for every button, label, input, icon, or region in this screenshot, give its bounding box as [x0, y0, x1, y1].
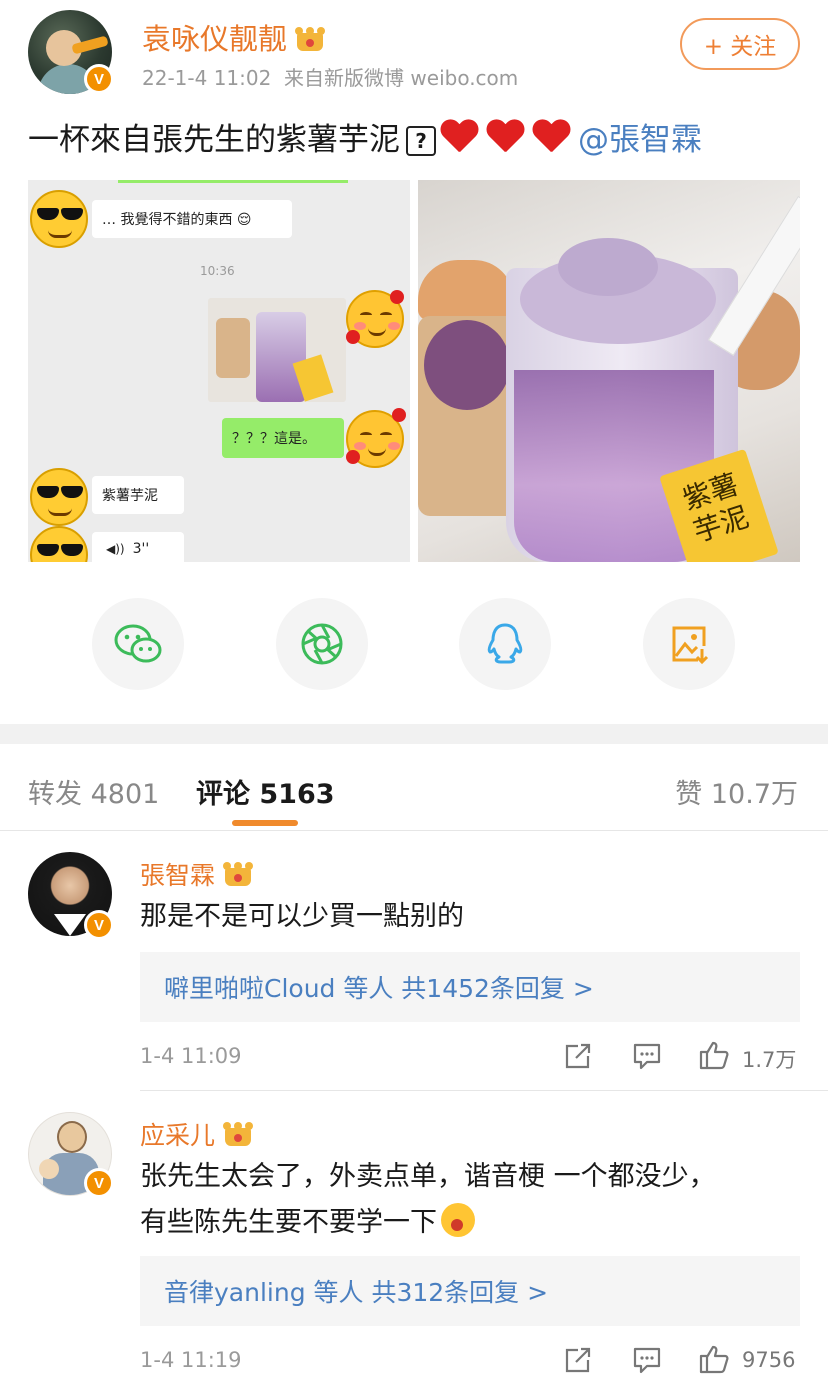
- heart-icon: [532, 120, 570, 154]
- verified-badge-icon: V: [84, 1168, 114, 1198]
- thumbs-up-icon: [699, 1041, 729, 1070]
- reply-comment-button[interactable]: [632, 1346, 662, 1374]
- qq-icon: [487, 623, 523, 664]
- tab-comments[interactable]: 评论 5163: [196, 772, 335, 811]
- sunglasses-emoji-icon: [30, 190, 88, 248]
- chat-time: 10:36: [200, 264, 235, 278]
- question-box-icon: ?: [406, 126, 436, 156]
- share-moments-button[interactable]: [276, 598, 368, 690]
- wechat-icon: [114, 624, 162, 663]
- post-author-name[interactable]: 袁咏仪靓靓: [142, 16, 326, 58]
- like-count: 1.7万: [742, 1048, 797, 1072]
- like-count: 9756: [742, 1348, 796, 1372]
- section-divider: [0, 724, 828, 744]
- post-time: 22-1-4 11:02: [142, 66, 272, 90]
- share-qq-button[interactable]: [459, 598, 551, 690]
- comment-time: 1-4 11:19: [140, 1348, 242, 1372]
- crown-icon: [295, 27, 326, 51]
- verified-badge-icon: V: [84, 64, 114, 94]
- heart-icon: [486, 120, 524, 154]
- comment-icon: [633, 1347, 661, 1374]
- save-image-button[interactable]: [643, 598, 735, 690]
- comment-author-name[interactable]: 張智霖: [140, 856, 254, 892]
- comment-replies-link[interactable]: 噼里啪啦Cloud 等人 共1452条回复 >: [140, 952, 800, 1022]
- voice-icon: ◀)): [106, 542, 125, 556]
- follow-button[interactable]: + 关注: [680, 18, 800, 70]
- save-image-icon: [672, 626, 709, 665]
- post-image-drink[interactable]: 紫薯芋泥: [418, 180, 800, 562]
- thumbs-up-icon: [699, 1345, 729, 1374]
- post-text: 一杯來自張先生的紫薯芋泥? @張智霖: [28, 120, 702, 158]
- heart-icon: [440, 120, 478, 154]
- yawning-emoji-icon: [441, 1203, 475, 1237]
- post-image-chat[interactable]: … 我覺得不錯的東西 😌 10:36 ？？？這是。 紫薯芋泥 ◀)) 3'': [28, 180, 410, 562]
- chat-message: 紫薯芋泥: [92, 476, 184, 514]
- sunglasses-emoji-icon: [30, 526, 88, 562]
- sunglasses-emoji-icon: [30, 468, 88, 526]
- share-wechat-button[interactable]: [92, 598, 184, 690]
- crown-icon: [223, 1122, 254, 1146]
- comment-divider: [140, 1090, 828, 1091]
- post-header: V 袁咏仪靓靓 22-1-4 11:02 来自新版微博 weibo.com + …: [0, 0, 828, 100]
- moments-icon: [301, 623, 343, 665]
- crown-icon: [223, 862, 254, 886]
- share-comment-button[interactable]: [564, 1042, 592, 1070]
- comment-icon: [633, 1043, 661, 1070]
- tab-divider: [0, 830, 828, 831]
- share-icon: [565, 1347, 591, 1373]
- verified-badge-icon: V: [84, 910, 114, 940]
- tab-likes[interactable]: 赞 10.7万: [675, 772, 798, 811]
- comment-time: 1-4 11:09: [140, 1044, 242, 1068]
- comment-author-name[interactable]: 应采儿: [140, 1116, 254, 1152]
- like-comment-button[interactable]: [698, 1040, 730, 1070]
- reply-comment-button[interactable]: [632, 1042, 662, 1070]
- chat-voice-message: ◀)) 3'': [92, 532, 184, 562]
- post-source: 来自新版微博 weibo.com: [284, 66, 519, 90]
- like-comment-button[interactable]: [698, 1344, 730, 1374]
- share-comment-button[interactable]: [564, 1346, 592, 1374]
- tab-repost[interactable]: 转发 4801: [28, 772, 159, 811]
- comment-text: 那是不是可以少買一點别的: [140, 901, 464, 932]
- post-meta: 22-1-4 11:02 来自新版微博 weibo.com: [142, 62, 518, 91]
- mention-link[interactable]: @張智霖: [578, 122, 702, 158]
- chat-photo-thumbnail: [208, 298, 346, 402]
- comment-text: 张先生太会了，外卖点单，谐音梗 一个都没少， 有些陈先生要不要学一下: [140, 1161, 716, 1238]
- chat-message: … 我覺得不錯的東西 😌: [92, 200, 292, 238]
- comment-replies-link[interactable]: 音律yanling 等人 共312条回复 >: [140, 1256, 800, 1326]
- active-tab-indicator: [232, 820, 298, 826]
- share-icon: [565, 1043, 591, 1069]
- chat-message-sent: ？？？這是。: [222, 418, 344, 458]
